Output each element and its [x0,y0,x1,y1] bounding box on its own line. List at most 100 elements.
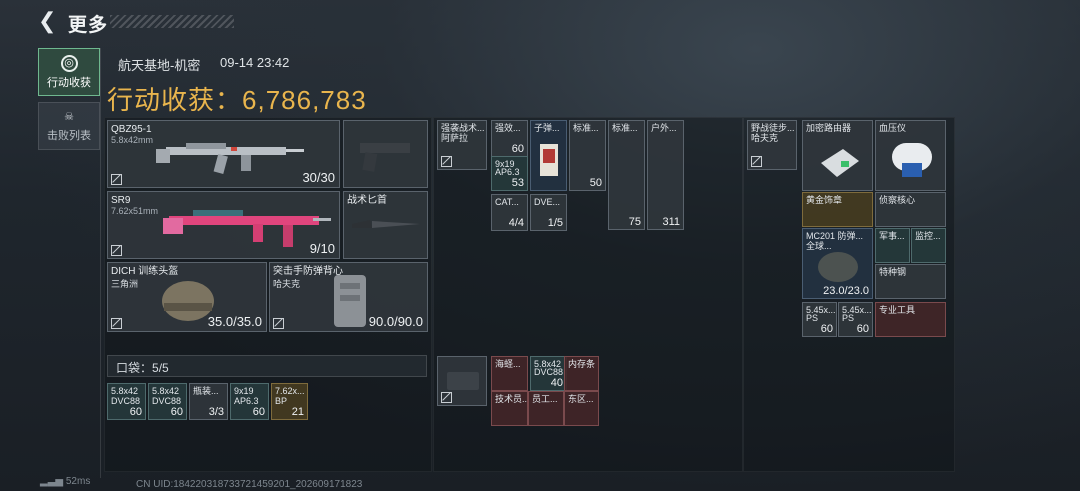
bag-item[interactable]: 5.45x... PS 60 [838,302,873,337]
pistol-icon [360,143,410,172]
rig-slot[interactable]: 强袭战术... 阿萨拉 [437,120,487,170]
lock-icon [751,156,762,167]
rig-item[interactable]: 户外... 311 [647,120,684,230]
bag-item[interactable]: 加密路由器 [802,120,873,191]
tab-kill-list[interactable]: ☠ 击败列表 [38,102,100,150]
item-count: 1/5 [547,217,563,229]
item-name: 内存条 [568,359,596,369]
knife-icon [352,220,420,228]
item-name: 血压仪 [879,123,907,133]
item-count: 23.0/23.0 [823,285,869,297]
rig-item[interactable]: CAT... 4/4 [491,194,528,231]
item-count: 60 [820,323,833,335]
primary-weapon-slot[interactable]: QBZ95-1 5.8x42mm 30/30 [107,120,340,188]
secondary-weapon-slot[interactable]: SR9 7.62x51mm 9/10 [107,191,340,259]
item-name: DVE... [534,197,561,207]
item-name: 东区... [568,394,594,404]
armor-slot[interactable]: 突击手防弹背心 哈夫克 90.0/90.0 [269,262,428,332]
backpack-item[interactable]: 员工... [528,391,564,426]
armor-brand: 哈夫克 [273,279,301,289]
pocket-item[interactable]: 7.62x... BP 21 [271,383,308,420]
rig-item[interactable]: 9x19 AP6.3 53 [491,156,528,191]
backpack-item[interactable]: 海蛏... [491,356,528,391]
item-name: 军事... [879,231,905,241]
rig-item[interactable]: 标准... 50 [569,120,606,191]
back-arrow-icon[interactable]: ❮ [38,11,58,33]
pocket-item[interactable]: 9x19 AP6.3 60 [230,383,269,420]
helmet-brand: 三角洲 [111,279,139,289]
item-name: 侦察核心 [879,195,916,205]
ping-value: 52ms [65,476,91,487]
item-name: 海蛏... [495,359,521,369]
weapon-name: QBZ95-1 [111,124,152,135]
backpack-item[interactable]: 5.8x42 DVC88 40 [530,356,567,391]
pocket-label: 口袋： [116,361,153,375]
action-gain: 行动收获：6,786,783 [107,80,367,117]
item-count: 3/3 [208,406,224,418]
item-sub: BP [275,396,288,406]
bag-item[interactable]: 5.45x... PS 60 [802,302,837,337]
backpack-item[interactable]: 内存条 [564,356,599,391]
divider [100,48,101,478]
item-name: 黄金饰章 [806,195,843,205]
bag-item[interactable]: 侦察核心 [875,192,946,227]
pocket-item[interactable]: 瓶装... 3/3 [189,383,228,420]
card-icon [540,144,558,176]
item-count: 75 [628,216,641,228]
item-name: 强效... [495,123,521,133]
bag-item[interactable]: 特种钢 [875,264,946,299]
knife-name: 战术匕首 [347,195,387,206]
bag-item[interactable]: MC201 防弹... 全球... 23.0/23.0 [802,228,873,299]
raid-location: 航天基地-机密 [118,58,201,73]
tab-label: 击败列表 [47,130,91,142]
item-count: 4/4 [508,217,524,229]
blood-pressure-icon [892,143,932,177]
tab-label: 行动收获 [47,77,91,89]
tab-action-gain[interactable]: ◎ 行动收获 [38,48,100,96]
lock-icon [111,174,122,185]
item-count: 60 [129,406,142,418]
item-count: 40 [550,377,563,389]
header-decoration [110,15,234,28]
bag-item[interactable]: 军事... [875,228,910,263]
wallet-icon [447,372,479,390]
item-name: 子弹... [534,123,560,133]
rig-item[interactable]: 强效... 60 [491,120,528,157]
item-count: 60 [170,406,183,418]
item-name: 标准... [612,123,638,133]
item-count: 60 [856,323,869,335]
backpack-item[interactable]: 东区... [564,391,599,426]
pocket-item[interactable]: 5.8x42 DVC88 60 [107,383,146,420]
item-count: 60 [252,406,265,418]
backpack-slot[interactable] [437,356,487,406]
pistol-slot[interactable] [343,120,428,188]
bag-item[interactable]: 监控... [911,228,946,263]
signal-icon: ▂▃▅ [40,476,64,487]
bag-item[interactable]: 专业工具 [875,302,946,337]
pocket-count: 5/5 [152,361,169,375]
helmet-durability: 35.0/35.0 [207,314,262,329]
knife-slot[interactable]: 战术匕首 [343,191,428,259]
rig-item[interactable]: DVE... 1/5 [530,194,567,231]
lock-icon [273,318,284,329]
bag-item[interactable]: 血压仪 [875,120,946,191]
helmet-slot[interactable]: DICH 训练头盔 三角洲 35.0/35.0 [107,262,267,332]
gain-label: 行动收获： [107,85,243,115]
item-name: 户外... [651,123,677,133]
item-sub: PS [842,313,855,323]
item-name: 标准... [573,123,599,133]
rig-item[interactable]: 标准... 75 [608,120,645,230]
backpack-item[interactable]: 技术员... [491,391,528,426]
bag-slot[interactable]: 野战徒步... 哈夫克 [747,120,797,170]
bag-item[interactable]: 黄金饰章 [802,192,873,227]
rig-item[interactable]: 子弹... [530,120,567,191]
router-icon [821,149,859,177]
rifle-icon [163,210,331,247]
item-name: 员工... [532,394,558,404]
pocket-item[interactable]: 5.8x42 DVC88 60 [148,383,187,420]
rifle-icon [156,143,304,174]
weapon-ammo: 30/30 [302,170,335,185]
pocket-header: 口袋：5/5 [107,355,427,377]
rig-brand: 阿萨拉 [441,133,469,143]
weapon-ammo: 9/10 [309,241,335,256]
